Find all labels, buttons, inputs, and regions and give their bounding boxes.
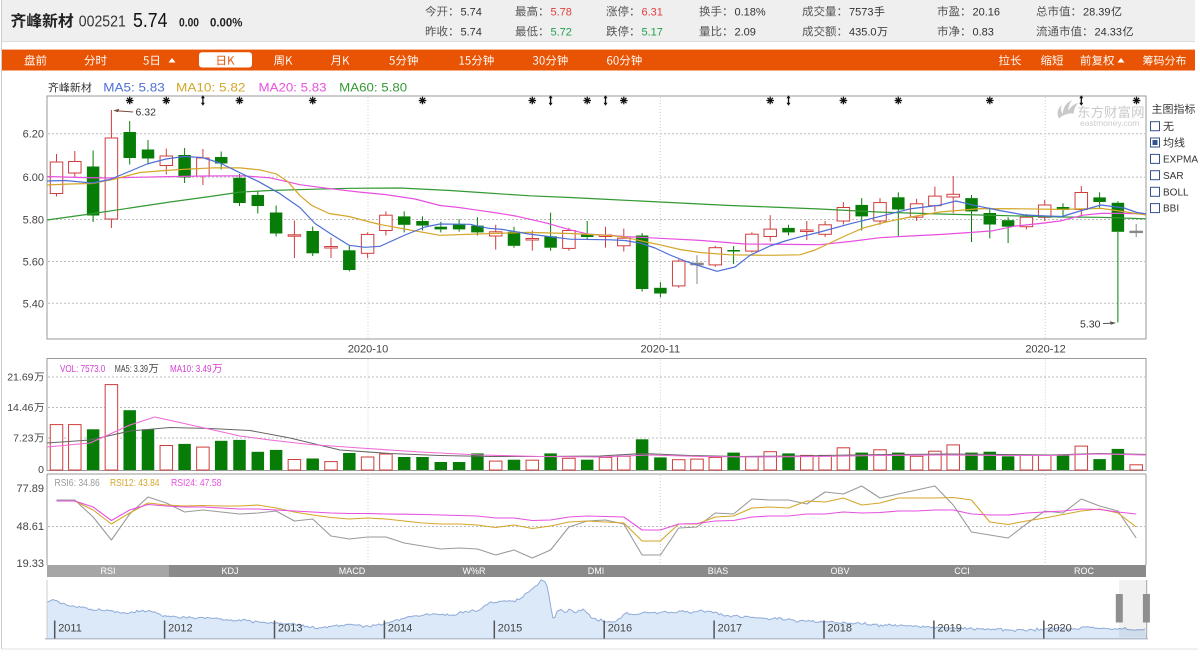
- svg-text:RSI24: 47.58: RSI24: 47.58: [171, 477, 222, 489]
- svg-text:5.80: 5.80: [23, 215, 44, 227]
- svg-text:MA5: 3.39: MA5: 3.39: [115, 363, 148, 375]
- svg-text:ROC: ROC: [1074, 566, 1095, 576]
- svg-text:MA10: 3.49: MA10: 3.49: [170, 363, 212, 375]
- svg-text:2015: 2015: [498, 623, 522, 635]
- svg-text:OBV: OBV: [830, 566, 849, 576]
- svg-text:6.00: 6.00: [23, 172, 44, 184]
- svg-text:2.09: 2.09: [735, 27, 756, 39]
- svg-text:7573: 7573: [849, 7, 873, 19]
- svg-text:SAR: SAR: [1163, 171, 1184, 182]
- svg-text:7.23: 7.23: [13, 433, 34, 445]
- svg-text:MA10: 5.82: MA10: 5.82: [176, 83, 246, 95]
- svg-text:5.40: 5.40: [23, 298, 44, 310]
- svg-text:2013: 2013: [278, 623, 302, 635]
- svg-text:DMI: DMI: [588, 566, 605, 576]
- svg-text:5.74: 5.74: [133, 9, 168, 32]
- svg-text:2019: 2019: [937, 623, 961, 635]
- svg-text:W%R: W%R: [463, 566, 486, 576]
- svg-text:RSI12: 43.84: RSI12: 43.84: [110, 477, 160, 489]
- svg-text:5.17: 5.17: [642, 27, 663, 39]
- svg-text:2016: 2016: [608, 623, 632, 635]
- svg-text:5.78: 5.78: [551, 7, 572, 19]
- svg-text:MA20: 5.83: MA20: 5.83: [259, 83, 327, 95]
- svg-text:RSI6: 34.86: RSI6: 34.86: [55, 477, 100, 489]
- svg-text:BBI: BBI: [1163, 204, 1179, 215]
- svg-text:2012: 2012: [168, 623, 192, 635]
- svg-text:5.30: 5.30: [1080, 319, 1101, 331]
- svg-text:5.74: 5.74: [461, 7, 482, 19]
- svg-text:19.33: 19.33: [16, 558, 44, 570]
- svg-text:2018: 2018: [828, 623, 852, 635]
- svg-text:20.16: 20.16: [973, 7, 1001, 19]
- svg-text:48.61: 48.61: [16, 521, 44, 533]
- svg-text:2020-10: 2020-10: [348, 344, 388, 356]
- svg-text:28.39: 28.39: [1083, 7, 1111, 19]
- svg-text:435.0: 435.0: [849, 27, 877, 39]
- svg-text:0: 0: [38, 464, 44, 476]
- svg-text:2011: 2011: [58, 623, 82, 635]
- svg-text:MACD: MACD: [339, 566, 366, 576]
- svg-text:002521: 002521: [79, 14, 126, 31]
- svg-text:2014: 2014: [388, 623, 412, 635]
- svg-text:24.33: 24.33: [1095, 27, 1123, 39]
- svg-text:eastmoney.com: eastmoney.com: [1080, 118, 1139, 128]
- svg-text:2020-12: 2020-12: [1025, 344, 1065, 356]
- svg-text:0.83: 0.83: [973, 27, 994, 39]
- svg-text:2017: 2017: [718, 623, 742, 635]
- svg-text:5.72: 5.72: [551, 27, 572, 39]
- svg-text:BOLL: BOLL: [1163, 187, 1189, 198]
- svg-text:KDJ: KDJ: [221, 566, 238, 576]
- svg-text:EXPMA: EXPMA: [1163, 155, 1198, 166]
- svg-text:14.46: 14.46: [7, 402, 33, 414]
- svg-text:6.31: 6.31: [642, 7, 663, 19]
- svg-text:MA60: 5.80: MA60: 5.80: [339, 83, 407, 95]
- svg-text:21.69: 21.69: [7, 372, 33, 384]
- svg-text:CCI: CCI: [954, 566, 970, 576]
- svg-text:6.20: 6.20: [23, 129, 44, 141]
- svg-text:RSI: RSI: [100, 566, 115, 576]
- svg-text:6.32: 6.32: [136, 107, 157, 119]
- svg-text:BIAS: BIAS: [708, 566, 729, 576]
- svg-text:VOL: 7573.0: VOL: 7573.0: [60, 363, 105, 375]
- svg-text:77.89: 77.89: [16, 483, 44, 495]
- svg-text:5.74: 5.74: [461, 27, 482, 39]
- svg-text:0.00%: 0.00%: [210, 18, 243, 30]
- svg-text:MA5: 5.83: MA5: 5.83: [103, 83, 165, 95]
- svg-text:5.60: 5.60: [23, 257, 44, 269]
- svg-text:2020-11: 2020-11: [641, 344, 681, 356]
- svg-text:2020: 2020: [1047, 623, 1071, 635]
- svg-text:0.00: 0.00: [179, 18, 199, 30]
- svg-text:0.18%: 0.18%: [735, 7, 766, 19]
